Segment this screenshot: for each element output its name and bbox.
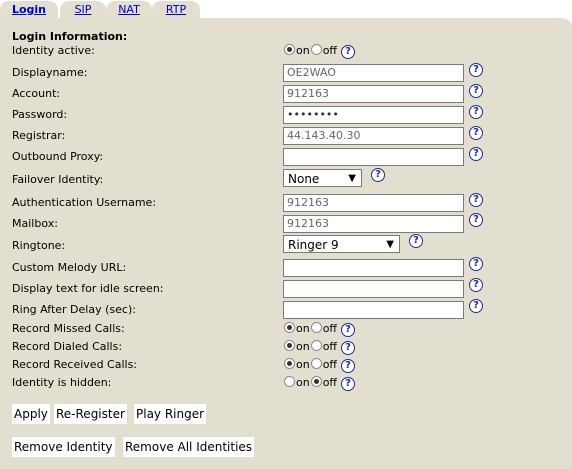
custom-melody-url-field[interactable] (283, 259, 464, 277)
mailbox-label: Mailbox: (12, 217, 58, 230)
record-missed-on-radio[interactable] (284, 322, 295, 333)
help-icon[interactable]: ? (341, 323, 356, 337)
record-received-off-radio[interactable] (310, 358, 322, 369)
identity-hidden-label: Identity is hidden: (12, 376, 112, 389)
remove-all-identities-button[interactable]: Remove All Identities (123, 437, 255, 457)
re-register-button[interactable]: Re-Register (54, 404, 127, 424)
record-received-label: Record Received Calls: (12, 358, 138, 371)
failover-identity-select[interactable]: None ▼ (283, 169, 362, 187)
tab-login[interactable]: Login (0, 1, 58, 19)
identity-hidden-off-radio[interactable] (310, 376, 322, 387)
record-dialed-label: Record Dialed Calls: (12, 340, 123, 353)
chevron-down-icon: ▼ (386, 239, 394, 250)
idle-text-label: Display text for idle screen: (12, 282, 164, 295)
record-dialed-off-radio[interactable] (310, 340, 322, 351)
record-dialed-radio: on off? (284, 340, 356, 355)
off-label: off (322, 376, 338, 389)
help-icon[interactable]: ? (469, 105, 483, 119)
ringtone-value: Ringer 9 (288, 238, 339, 252)
failover-identity-label: Failover Identity: (12, 173, 104, 186)
apply-button[interactable]: Apply (12, 404, 50, 424)
mailbox-field[interactable]: 912163 (283, 215, 464, 233)
off-label: off (322, 44, 338, 57)
remove-identity-button[interactable]: Remove Identity (12, 437, 115, 457)
help-icon[interactable]: ? (341, 45, 356, 59)
help-icon[interactable]: ? (469, 63, 483, 77)
displayname-field[interactable]: OE2WAO (283, 64, 464, 82)
failover-identity-value: None (288, 172, 320, 186)
help-icon[interactable]: ? (371, 168, 385, 182)
tab-sip[interactable]: SIP (60, 1, 106, 18)
auth-username-field[interactable]: 912163 (283, 194, 464, 212)
help-icon[interactable]: ? (469, 299, 483, 313)
ring-after-delay-field[interactable] (283, 301, 464, 319)
record-missed-radio: on off? (284, 322, 356, 337)
identity-hidden-on-radio[interactable] (284, 376, 295, 387)
record-received-on-radio[interactable] (284, 358, 295, 369)
help-icon[interactable]: ? (341, 359, 356, 373)
help-icon[interactable]: ? (469, 147, 483, 161)
help-icon[interactable]: ? (469, 278, 483, 292)
tab-bar: Login SIP NAT RTP (0, 0, 572, 19)
custom-melody-url-label: Custom Melody URL: (12, 261, 127, 274)
record-missed-off-radio[interactable] (310, 322, 322, 333)
password-field[interactable]: •••••••• (283, 106, 464, 124)
help-icon[interactable]: ? (469, 193, 483, 207)
registrar-field[interactable]: 44.143.40.30 (283, 127, 464, 145)
off-label: off (322, 340, 338, 353)
idle-text-field[interactable] (283, 280, 464, 298)
help-icon[interactable]: ? (409, 234, 423, 248)
help-icon[interactable]: ? (341, 341, 356, 355)
off-label: off (322, 358, 338, 371)
ringtone-label: Ringtone: (12, 239, 66, 252)
section-title: Login Information: (12, 30, 128, 43)
tab-nat[interactable]: NAT (106, 1, 152, 18)
registrar-label: Registrar: (12, 129, 66, 142)
record-received-radio: on off? (284, 358, 356, 373)
chevron-down-icon: ▼ (348, 173, 356, 184)
on-label: on (296, 44, 310, 57)
on-label: on (296, 340, 310, 353)
password-label: Password: (12, 108, 68, 121)
record-missed-label: Record Missed Calls: (12, 322, 125, 335)
off-label: off (322, 322, 338, 335)
outbound-proxy-label: Outbound Proxy: (12, 150, 104, 163)
tab-rtp[interactable]: RTP (152, 1, 200, 18)
play-ringer-button[interactable]: Play Ringer (134, 404, 207, 424)
on-label: on (296, 376, 310, 389)
outbound-proxy-field[interactable] (283, 148, 464, 166)
help-icon[interactable]: ? (469, 213, 483, 227)
record-dialed-on-radio[interactable] (284, 340, 295, 351)
identity-active-radio: on off? (284, 44, 356, 59)
identity-active-label: Identity active: (12, 44, 95, 57)
help-icon[interactable]: ? (469, 84, 483, 98)
identity-active-off-radio[interactable] (310, 44, 322, 55)
auth-username-label: Authentication Username: (12, 196, 157, 209)
displayname-label: Displayname: (12, 66, 88, 79)
account-field[interactable]: 912163 (283, 85, 464, 103)
account-label: Account: (12, 87, 61, 100)
help-icon[interactable]: ? (469, 126, 483, 140)
on-label: on (296, 358, 310, 371)
help-icon[interactable]: ? (341, 377, 356, 391)
on-label: on (296, 322, 310, 335)
ringtone-select[interactable]: Ringer 9 ▼ (283, 235, 400, 253)
ring-after-delay-label: Ring After Delay (sec): (12, 303, 136, 316)
help-icon[interactable]: ? (469, 257, 483, 271)
identity-active-on-radio[interactable] (284, 44, 295, 55)
identity-hidden-radio: on off? (284, 376, 356, 391)
